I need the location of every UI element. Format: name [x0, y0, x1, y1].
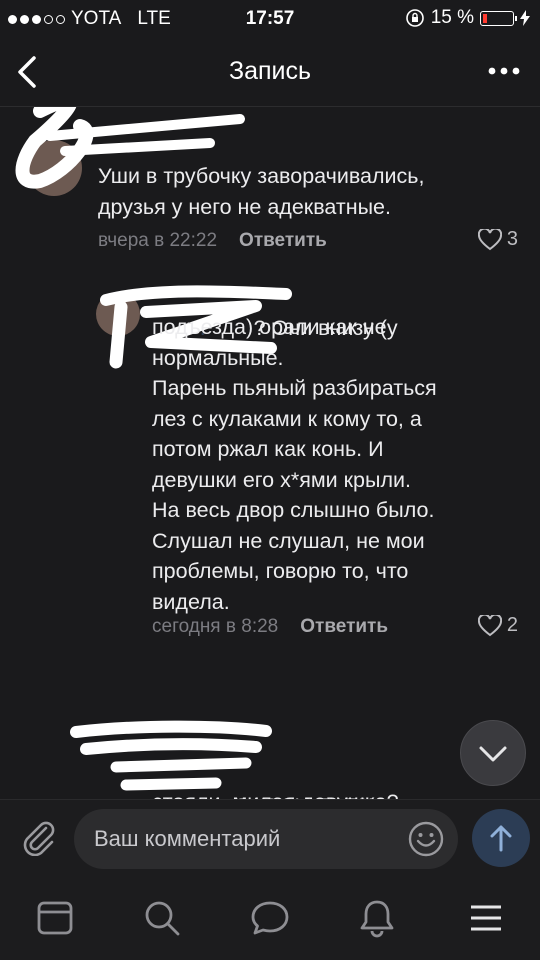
- charging-icon: [520, 10, 530, 26]
- comment-text: подъезда) орали как не нормальные. Парен…: [152, 315, 437, 614]
- tab-messages-icon[interactable]: [250, 898, 290, 938]
- scroll-down-button[interactable]: [460, 720, 526, 786]
- comment-text: Уши в трубочку заворачивались, друзья у …: [98, 164, 425, 219]
- like-button[interactable]: 3: [477, 228, 518, 251]
- heart-icon: [477, 614, 502, 636]
- battery-percent: 15 %: [430, 7, 474, 28]
- like-count: 2: [506, 614, 518, 636]
- reply-button[interactable]: Ответить: [300, 616, 388, 638]
- status-right: 15 %: [405, 7, 530, 29]
- orientation-lock-icon: [405, 9, 424, 27]
- status-bar: YOTA LTE 17:57 15 %: [0, 0, 540, 36]
- page-title: Запись: [228, 57, 312, 85]
- battery-icon: [480, 10, 517, 26]
- comment-item: . ? Они внизу (у подъезда) орали как не …: [0, 282, 540, 702]
- heart-icon: [477, 228, 502, 250]
- chevron-down-icon: [479, 746, 507, 762]
- paperclip-icon[interactable]: [18, 816, 58, 856]
- comments-feed[interactable]: Уши в трубочку заворачивались, друзья у …: [0, 107, 540, 799]
- tab-news-icon[interactable]: [35, 898, 75, 938]
- comment-time: сегодня в 8:28: [152, 616, 279, 637]
- like-button[interactable]: 2: [477, 614, 518, 637]
- comment-input[interactable]: Ваш комментарий: [74, 809, 458, 869]
- comment-item: , а не вы ли там стояли, милая девушка?: [0, 707, 540, 799]
- nav-bar: Запись: [0, 36, 540, 107]
- comment-composer: Ваш комментарий: [0, 799, 540, 878]
- reply-button[interactable]: Ответить: [239, 230, 327, 252]
- comment-item: Уши в трубочку заворачивались, друзья у …: [0, 107, 540, 267]
- tab-notifications-icon[interactable]: [357, 898, 397, 938]
- tab-menu-icon[interactable]: [466, 898, 506, 938]
- comment-input-placeholder: Ваш комментарий: [94, 826, 281, 851]
- comment-time: вчера в 22:22: [98, 230, 218, 251]
- like-count: 3: [506, 228, 518, 250]
- send-button[interactable]: [472, 809, 530, 867]
- comment-text: стояли, милая девушка?: [152, 787, 399, 799]
- tab-bar: [0, 878, 540, 960]
- more-icon[interactable]: [484, 56, 524, 86]
- emoji-icon[interactable]: [407, 820, 445, 858]
- tab-search-icon[interactable]: [142, 898, 182, 938]
- arrow-up-icon: [490, 825, 512, 852]
- comment-meta: вчера в 22:22 Ответить: [98, 230, 327, 252]
- comment-meta: сегодня в 8:28 Ответить: [152, 616, 388, 638]
